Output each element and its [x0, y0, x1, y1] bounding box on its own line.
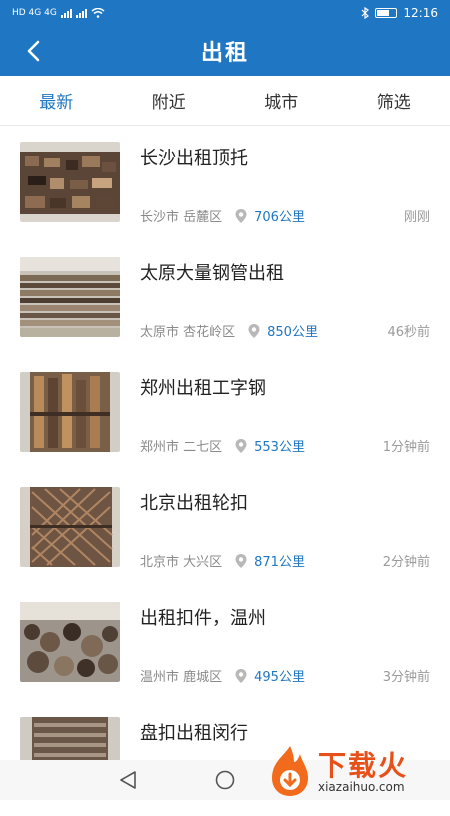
location-pin-icon	[234, 553, 248, 569]
listing-location: 郑州市 二七区	[140, 436, 222, 455]
listing-location: 长沙市 岳麓区	[140, 206, 222, 225]
listing-meta: 温州市 鹿城区 495公里 3分钟前	[140, 666, 430, 685]
listing-thumbnail	[20, 372, 120, 452]
status-left: HD 4G 4G	[12, 8, 105, 18]
listing-title: 长沙出租顶托	[140, 144, 248, 170]
listing-distance: 871公里	[254, 551, 305, 570]
tab-filter[interactable]: 筛选	[338, 88, 450, 113]
listing-distance: 706公里	[254, 206, 305, 225]
status-time: 12:16	[403, 6, 438, 20]
signal-icon-2	[76, 9, 87, 18]
tab-latest[interactable]: 最新	[0, 88, 113, 113]
location-pin-icon	[234, 438, 248, 454]
back-triangle-icon[interactable]	[118, 769, 138, 791]
location-pin-icon	[234, 208, 248, 224]
listing-list: 长沙出租顶托 长沙市 岳麓区 706公里 刚刚 太原大量钢管出租 太原市 杏花岭…	[0, 126, 450, 816]
listing-distance: 850公里	[267, 321, 318, 340]
chevron-left-icon	[25, 40, 41, 62]
battery-icon	[375, 8, 397, 18]
listing-time: 3分钟前	[383, 666, 430, 685]
status-bar: HD 4G 4G 12:16	[0, 0, 450, 26]
list-item[interactable]: 太原大量钢管出租 太原市 杏花岭区 850公里 46秒前	[0, 241, 450, 356]
list-item[interactable]: 郑州出租工字钢 郑州市 二七区 553公里 1分钟前	[0, 356, 450, 471]
app-bar: 出租	[0, 26, 450, 76]
listing-thumbnail	[20, 487, 120, 567]
listing-thumbnail	[20, 142, 120, 222]
listing-time: 刚刚	[404, 206, 430, 225]
listing-meta: 郑州市 二七区 553公里 1分钟前	[140, 436, 430, 455]
listing-time: 46秒前	[387, 321, 430, 340]
list-item[interactable]: 长沙出租顶托 长沙市 岳麓区 706公里 刚刚	[0, 126, 450, 241]
listing-location: 太原市 杏花岭区	[140, 321, 235, 340]
location-pin-icon	[247, 323, 261, 339]
listing-title: 太原大量钢管出租	[140, 259, 284, 285]
tab-bar: 最新 附近 城市 筛选	[0, 76, 450, 126]
page-title: 出租	[201, 35, 249, 67]
listing-location: 北京市 大兴区	[140, 551, 222, 570]
listing-distance: 495公里	[254, 666, 305, 685]
list-item[interactable]: 北京出租轮扣 北京市 大兴区 871公里 2分钟前	[0, 471, 450, 586]
listing-meta: 北京市 大兴区 871公里 2分钟前	[140, 551, 430, 570]
flame-logo-icon	[264, 744, 316, 798]
status-right: 12:16	[361, 6, 438, 20]
listing-meta: 长沙市 岳麓区 706公里 刚刚	[140, 206, 430, 225]
bluetooth-icon	[361, 7, 369, 19]
list-item[interactable]: 出租扣件，温州 温州市 鹿城区 495公里 3分钟前	[0, 586, 450, 701]
listing-title: 盘扣出租闵行	[140, 719, 248, 745]
watermark: 下载火 xiazaihuo.com	[262, 742, 448, 800]
signal-icon	[61, 9, 72, 18]
tab-nearby[interactable]: 附近	[113, 88, 226, 113]
home-circle-icon[interactable]	[214, 769, 236, 791]
listing-title: 出租扣件，温州	[140, 604, 266, 630]
listing-time: 1分钟前	[383, 436, 430, 455]
listing-title: 郑州出租工字钢	[140, 374, 266, 400]
listing-meta: 太原市 杏花岭区 850公里 46秒前	[140, 321, 430, 340]
network-indicators: HD 4G 4G	[12, 8, 57, 18]
listing-thumbnail	[20, 602, 120, 682]
listing-thumbnail	[20, 257, 120, 337]
watermark-site: xiazaihuo.com	[318, 780, 405, 794]
listing-location: 温州市 鹿城区	[140, 666, 222, 685]
watermark-brand: 下载火	[318, 744, 408, 784]
location-pin-icon	[234, 668, 248, 684]
back-button[interactable]	[18, 36, 48, 66]
tab-city[interactable]: 城市	[225, 88, 338, 113]
listing-title: 北京出租轮扣	[140, 489, 248, 515]
wifi-icon	[91, 8, 105, 18]
listing-time: 2分钟前	[383, 551, 430, 570]
listing-distance: 553公里	[254, 436, 305, 455]
